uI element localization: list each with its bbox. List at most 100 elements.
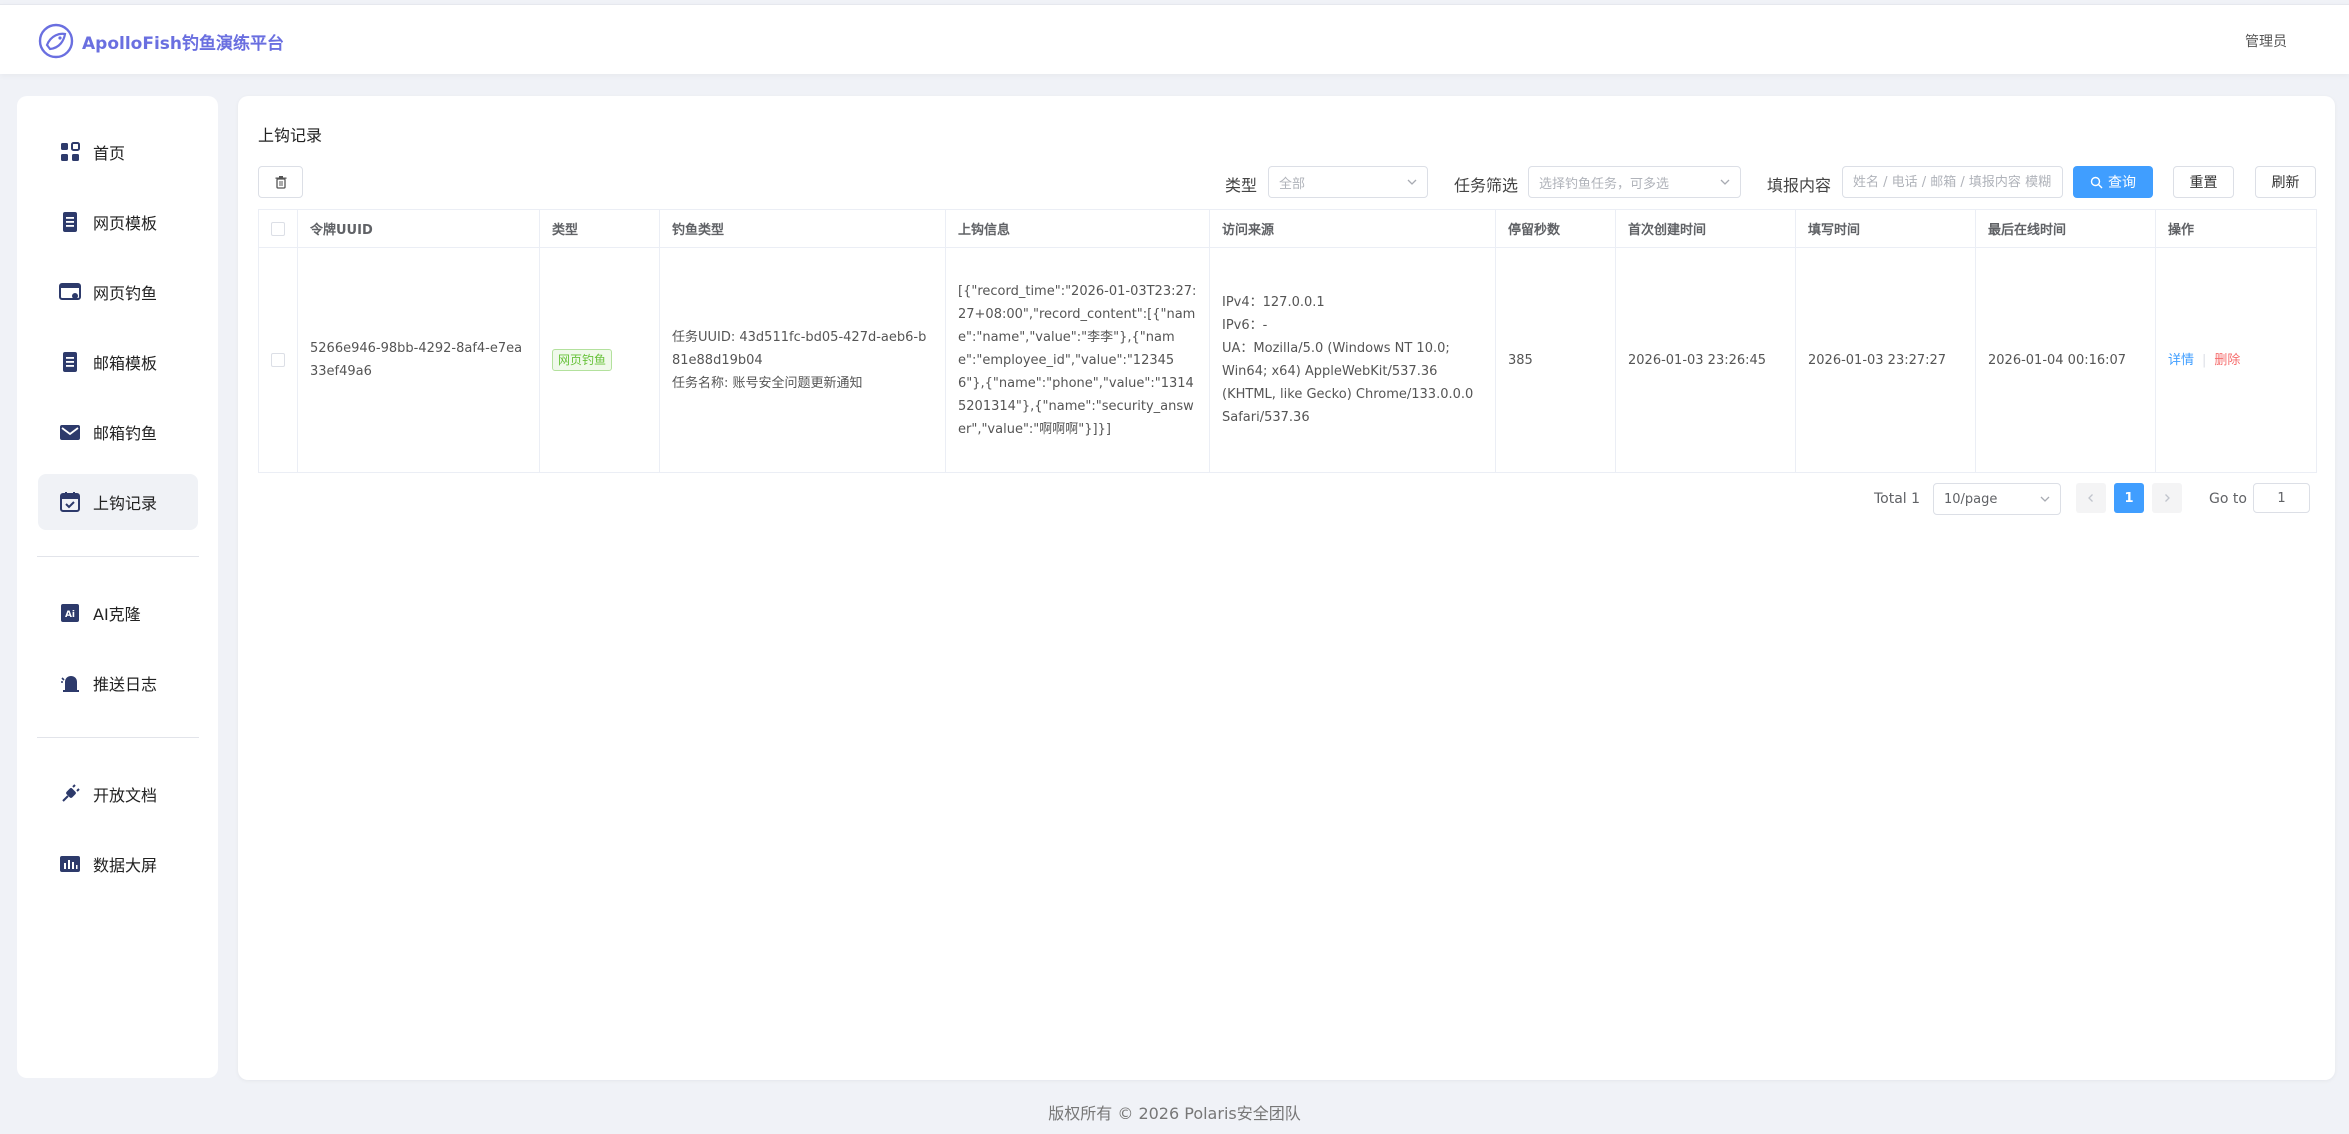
sidebar-divider xyxy=(37,556,199,557)
main-panel: 上钩记录 类型 全部 任务筛选 选择钓鱼任务，可多选 填报内容 查询 重置 刷新… xyxy=(238,96,2335,1080)
cell-stay: 385 xyxy=(1496,248,1616,472)
sidebar-item-label: 数据大屏 xyxy=(93,856,158,875)
sidebar-item-home[interactable]: 首页 xyxy=(38,124,198,180)
chart-icon xyxy=(60,856,80,872)
col-header-filled: 填写时间 xyxy=(1796,210,1976,247)
sidebar: 首页 网页模板 网页钓鱼 邮箱模板 邮箱钓鱼 上钩记录 Ai AI克隆 推送日志… xyxy=(17,96,218,1078)
sidebar-item-mail-template[interactable]: 邮箱模板 xyxy=(38,334,198,390)
table-row: 5266e946-98bb-4292-8af4-e7ea33ef49a6 网页钓… xyxy=(259,248,2316,472)
sidebar-item-label: 推送日志 xyxy=(93,675,158,694)
select-all-cell xyxy=(259,210,298,247)
cell-actions: 详情 | 删除 xyxy=(2156,248,2316,472)
sidebar-divider xyxy=(37,737,199,738)
chevron-left-icon xyxy=(2088,494,2093,502)
col-header-hook-info: 上钩信息 xyxy=(946,210,1210,247)
action-separator: | xyxy=(2202,352,2207,368)
col-header-type: 类型 xyxy=(540,210,660,247)
col-header-created: 首次创建时间 xyxy=(1616,210,1796,247)
table-header: 令牌UUID 类型 钓鱼类型 上钩信息 访问来源 停留秒数 首次创建时间 填写时… xyxy=(259,210,2316,248)
sidebar-item-open-docs[interactable]: 开放文档 xyxy=(38,766,198,822)
refresh-button[interactable]: 刷新 xyxy=(2255,166,2316,198)
sidebar-item-label: 邮箱钓鱼 xyxy=(93,424,158,443)
trash-icon xyxy=(275,176,286,189)
type-filter-label: 类型 xyxy=(1225,176,1258,195)
sidebar-item-mail-phishing[interactable]: 邮箱钓鱼 xyxy=(38,404,198,460)
ipv6-text: IPv6：- xyxy=(1222,318,1268,333)
type-select-value: 全部 xyxy=(1279,176,1306,192)
search-button-label: 查询 xyxy=(2108,175,2136,191)
top-header: ApolloFish钓鱼演练平台 管理员 xyxy=(0,4,2349,74)
delete-link[interactable]: 删除 xyxy=(2214,349,2240,372)
cell-last-online: 2026-01-04 00:16:07 xyxy=(1976,248,2156,472)
sidebar-item-label: 开放文档 xyxy=(93,786,158,805)
page-size-select[interactable]: 10/page xyxy=(1933,483,2061,515)
sidebar-item-label: 邮箱模板 xyxy=(93,354,158,373)
fish-logo-icon xyxy=(38,23,74,59)
row-select-cell xyxy=(259,248,298,472)
mail-icon xyxy=(60,425,80,440)
col-header-uuid: 令牌UUID xyxy=(298,210,540,247)
sidebar-item-label: 网页钓鱼 xyxy=(93,284,158,303)
prev-page-button[interactable] xyxy=(2076,483,2106,513)
hook-records-table: 令牌UUID 类型 钓鱼类型 上钩信息 访问来源 停留秒数 首次创建时间 填写时… xyxy=(258,209,2317,473)
sidebar-item-web-phishing[interactable]: 网页钓鱼 xyxy=(38,264,198,320)
document-icon xyxy=(63,212,77,232)
col-header-phish-type: 钓鱼类型 xyxy=(660,210,946,247)
task-select[interactable]: 选择钓鱼任务，可多选 xyxy=(1528,166,1741,198)
calendar-icon xyxy=(60,492,80,512)
task-select-placeholder: 选择钓鱼任务，可多选 xyxy=(1539,176,1670,192)
browser-icon xyxy=(59,283,81,300)
select-all-checkbox[interactable] xyxy=(271,221,285,236)
ipv4-text: IPv4：127.0.0.1 xyxy=(1222,295,1325,310)
chevron-right-icon xyxy=(2165,494,2170,502)
cell-hook-info: [{"record_time":"2026-01-03T23:27:27+08:… xyxy=(946,248,1210,472)
reset-button[interactable]: 重置 xyxy=(2173,166,2234,198)
task-filter-label: 任务筛选 xyxy=(1454,176,1519,195)
type-tag: 网页钓鱼 xyxy=(552,349,613,371)
next-page-button[interactable] xyxy=(2152,483,2182,513)
page-number-button[interactable]: 1 xyxy=(2114,483,2144,513)
sidebar-item-web-template[interactable]: 网页模板 xyxy=(38,194,198,250)
reset-button-label: 重置 xyxy=(2189,175,2218,191)
type-select[interactable]: 全部 xyxy=(1268,166,1428,198)
footer-copyright: 版权所有 © 2026 Polaris安全团队 xyxy=(1048,1104,1301,1123)
task-name-text: 任务名称: 账号安全问题更新通知 xyxy=(672,375,863,391)
goto-page-input[interactable] xyxy=(2253,483,2310,513)
sidebar-item-label: 首页 xyxy=(93,144,126,163)
batch-delete-button[interactable] xyxy=(258,166,303,198)
detail-link[interactable]: 详情 xyxy=(2168,349,2194,372)
bell-icon xyxy=(61,676,79,692)
user-menu[interactable]: 管理员 xyxy=(2245,31,2287,51)
search-button[interactable]: 查询 xyxy=(2073,166,2153,198)
logo[interactable]: ApolloFish钓鱼演练平台 xyxy=(38,23,284,59)
cell-filled: 2026-01-03 23:27:27 xyxy=(1796,248,1976,472)
content-search-input[interactable] xyxy=(1842,166,2063,198)
sidebar-item-hook-records[interactable]: 上钩记录 xyxy=(38,474,198,530)
pagination-total: Total 1 xyxy=(1874,491,1921,507)
plug-icon xyxy=(62,784,80,802)
ai-icon: Ai xyxy=(61,604,79,622)
chevron-down-icon xyxy=(2040,496,2050,502)
sidebar-item-label: 网页模板 xyxy=(93,214,158,233)
col-header-actions: 操作 xyxy=(2168,223,2195,238)
document-icon xyxy=(63,352,77,372)
cell-phish-type: 任务UUID: 43d511fc-bd05-427d-aeb6-b81e88d1… xyxy=(660,248,946,472)
brand-name: ApolloFish钓鱼演练平台 xyxy=(82,33,284,54)
svg-text:Ai: Ai xyxy=(65,610,75,620)
sidebar-item-label: 上钩记录 xyxy=(93,494,158,513)
chevron-down-icon xyxy=(1720,179,1730,185)
content-filter-label: 填报内容 xyxy=(1767,176,1832,195)
search-icon xyxy=(2090,176,2103,188)
page-title: 上钩记录 xyxy=(258,126,323,145)
sidebar-item-dashboard[interactable]: 数据大屏 xyxy=(38,836,198,892)
row-checkbox[interactable] xyxy=(271,353,285,367)
cell-source: IPv4：127.0.0.1 IPv6：- UA：Mozilla/5.0 (Wi… xyxy=(1210,248,1496,472)
cell-type: 网页钓鱼 xyxy=(540,248,660,472)
refresh-button-label: 刷新 xyxy=(2271,175,2300,191)
sidebar-item-push-log[interactable]: 推送日志 xyxy=(38,655,198,711)
sidebar-item-ai-clone[interactable]: Ai AI克隆 xyxy=(38,585,198,641)
chevron-down-icon xyxy=(1407,179,1417,185)
task-uuid-text: 任务UUID: 43d511fc-bd05-427d-aeb6-b81e88d1… xyxy=(672,329,927,368)
goto-label: Go to xyxy=(2209,491,2247,507)
col-header-source: 访问来源 xyxy=(1210,210,1496,247)
